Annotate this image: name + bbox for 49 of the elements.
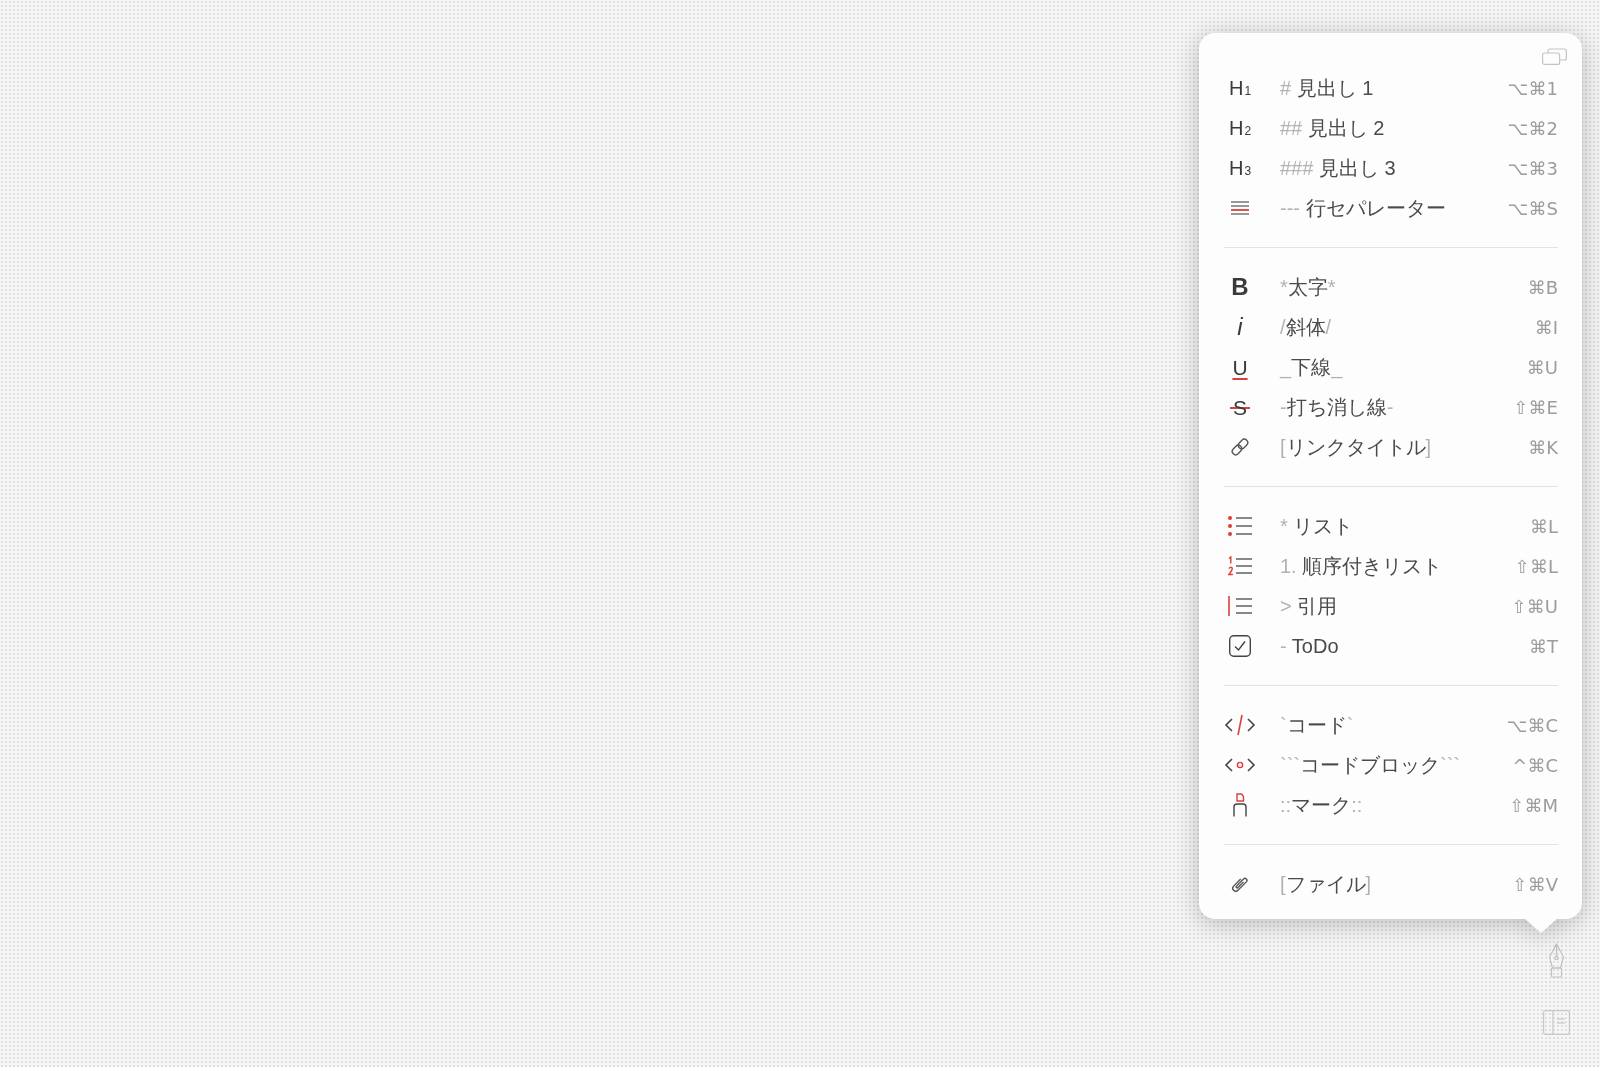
keyboard-shortcut: ⌥⌘1 xyxy=(1507,77,1558,99)
overlapping-windows-icon[interactable] xyxy=(1542,48,1567,65)
menu-item[interactable]: ::マーク:: xyxy=(1280,791,1363,819)
menu-item[interactable]: - ToDo xyxy=(1280,634,1339,658)
keyboard-shortcut: ⇧⌘M xyxy=(1509,794,1558,816)
bold-icon: B xyxy=(1231,275,1249,299)
menu-item[interactable]: ### 見出し 3 xyxy=(1280,154,1396,182)
menu-item[interactable]: ```コードブロック``` xyxy=(1280,751,1460,779)
keyboard-shortcut: ⇧⌘V xyxy=(1512,873,1558,895)
underline-icon: U xyxy=(1232,356,1248,378)
menu-item[interactable]: `コード` xyxy=(1280,711,1354,739)
keyboard-shortcut: ⇧⌘E xyxy=(1513,396,1558,418)
menu-item[interactable]: * リスト xyxy=(1280,512,1354,540)
checkbox-icon xyxy=(1229,635,1251,657)
keyboard-shortcut: ⌥⌘C xyxy=(1506,714,1558,736)
code-block-icon xyxy=(1224,757,1256,773)
menu-item[interactable]: *太字* xyxy=(1280,273,1336,301)
keyboard-shortcut: ⌥⌘S xyxy=(1507,197,1558,219)
pen-nib-icon[interactable] xyxy=(1547,943,1566,978)
keyboard-shortcut: ⌘T xyxy=(1529,635,1558,657)
menu-item[interactable]: 1. 順序付きリスト xyxy=(1280,552,1443,580)
separator-lines-icon xyxy=(1231,201,1249,215)
keyboard-shortcut: ⇧⌘U xyxy=(1511,595,1558,617)
menu-item[interactable]: -打ち消し線- xyxy=(1280,393,1394,421)
highlighter-icon xyxy=(1232,793,1248,817)
bullet-list-icon xyxy=(1228,516,1252,536)
menu-item[interactable]: _下線_ xyxy=(1280,353,1343,381)
keyboard-shortcut: ⌘B xyxy=(1527,276,1558,298)
keyboard-shortcut: ⌘K xyxy=(1528,436,1558,458)
numbered-list-icon xyxy=(1228,556,1252,576)
keyboard-shortcut: ⇧⌘L xyxy=(1514,555,1558,577)
keyboard-shortcut: ⌥⌘3 xyxy=(1507,157,1558,179)
menu-item[interactable]: ## 見出し 2 xyxy=(1280,114,1385,142)
menu-item[interactable]: [リンクタイトル] xyxy=(1280,433,1432,461)
code-icon xyxy=(1224,714,1256,736)
keyboard-shortcut: ⌘U xyxy=(1526,356,1558,378)
keyboard-shortcut: ⌥⌘2 xyxy=(1507,117,1558,139)
link-icon xyxy=(1229,436,1251,458)
keyboard-shortcut: ^⌘C xyxy=(1512,754,1558,776)
menu-item[interactable]: > 引用 xyxy=(1280,592,1338,620)
quote-icon xyxy=(1228,596,1252,616)
menu-item[interactable]: # 見出し 1 xyxy=(1280,74,1374,102)
menu-item[interactable]: --- 行セパレーター xyxy=(1280,194,1446,222)
keyboard-shortcut: ⌘L xyxy=(1529,515,1558,537)
sidebar-icon[interactable] xyxy=(1543,1010,1570,1035)
menu-item[interactable]: [ファイル] xyxy=(1280,870,1372,898)
keyboard-shortcut: ⌘I xyxy=(1534,316,1558,338)
menu-item[interactable]: /斜体/ xyxy=(1280,313,1332,341)
italic-icon: i xyxy=(1237,315,1243,339)
